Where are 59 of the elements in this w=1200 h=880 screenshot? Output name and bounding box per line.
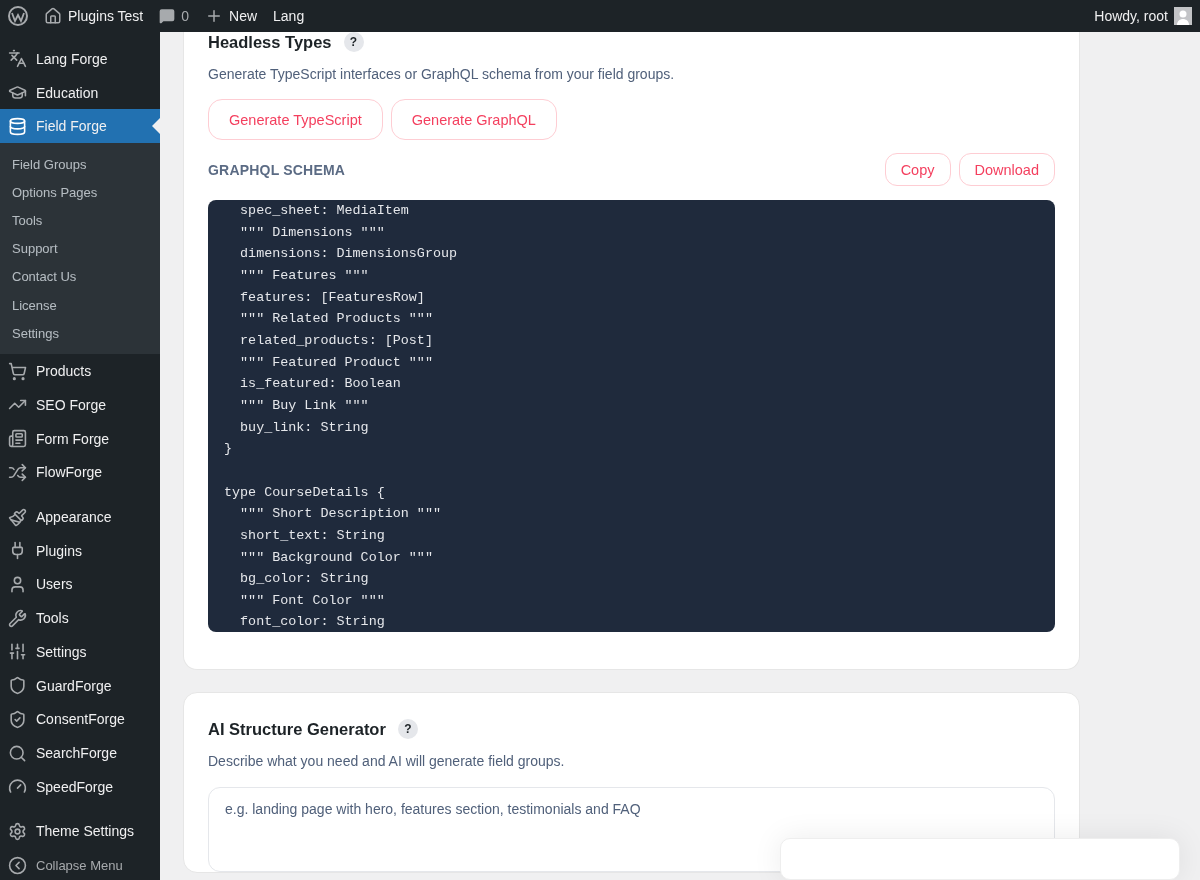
submenu-item[interactable]: Support (0, 234, 160, 263)
section-title: Headless Types (208, 32, 332, 52)
comment-icon (159, 8, 176, 24)
new-link[interactable]: New (229, 8, 258, 24)
section-description: Generate TypeScript interfaces or GraphQL schema from your field groups. (208, 66, 676, 82)
section-description: Describe what you need and AI will generate field groups. (208, 753, 566, 769)
brush-icon (8, 507, 27, 527)
section-title: AI Structure Generator (208, 719, 386, 739)
lang-link[interactable]: Lang (273, 8, 305, 24)
menu-item[interactable]: Appearance (0, 500, 160, 534)
schema-label: GRAPHQL SCHEMA (208, 161, 346, 178)
submenu-item[interactable]: Options Pages (0, 178, 160, 207)
settings-icon (8, 821, 27, 841)
database-icon (8, 116, 27, 136)
help-badge[interactable]: ? (397, 719, 418, 739)
comment-count[interactable]: 0 (181, 8, 190, 24)
action-button[interactable]: Copy (884, 153, 951, 186)
submenu-item[interactable]: Field Groups (0, 150, 160, 179)
collapse-icon (8, 855, 27, 875)
generate-button[interactable]: Generate GraphQL (390, 99, 557, 140)
submenu-item[interactable]: License (0, 291, 160, 320)
submenu-item[interactable]: Tools (0, 206, 160, 235)
menu-item[interactable]: ConsentForge (0, 702, 160, 737)
translate-icon (8, 49, 27, 69)
menu-item[interactable]: Lang Forge (0, 42, 160, 76)
menu-item[interactable]: FlowForge (0, 455, 160, 490)
generate-button[interactable]: Generate TypeScript (208, 99, 383, 140)
collapse-menu-button[interactable]: Collapse Menu (0, 850, 160, 880)
menu-item[interactable]: Settings (0, 635, 160, 669)
logo-icon[interactable] (8, 6, 28, 26)
cart-icon (8, 361, 27, 381)
menu-item[interactable]: GuardForge (0, 668, 160, 703)
menu-item[interactable]: Form Forge (0, 421, 160, 456)
action-button[interactable]: Download (958, 153, 1055, 186)
menu-item[interactable]: SearchForge (0, 736, 160, 770)
form-icon (8, 429, 27, 449)
shield-icon (8, 709, 27, 729)
menu-item[interactable]: Products (0, 354, 160, 389)
user-icon (8, 575, 27, 594)
menu-item[interactable]: Tools (0, 601, 160, 636)
wrench-icon (8, 608, 27, 628)
submenu-item[interactable]: Settings (0, 319, 160, 348)
home-icon (44, 7, 62, 25)
shuffle-icon (8, 462, 27, 482)
submenu-item[interactable]: Contact Us (0, 262, 160, 292)
menu-item[interactable]: Users (0, 567, 160, 602)
greeting-link[interactable]: Howdy, root (1094, 8, 1168, 24)
menu-item[interactable]: Field Forge (0, 109, 160, 144)
site-link[interactable]: Plugins Test (68, 8, 144, 24)
shield-icon (8, 676, 27, 696)
code-block: spec_sheet: MediaItem """ Dimensions """ dimensions: DimensionsGroup """ Features """ features: [FeaturesRow] """ Related Products """ related_products: [Post] """ Featured Product """ is_featured: Boolean """ Buy Link """ buy_link: String } type CourseDetails { """ Short Description """ short_text: String """ Background Color """ bg_color: String """ Font Color """ font_color: String (208, 200, 1055, 632)
sliders-icon (8, 642, 27, 662)
menu-item[interactable]: Theme Settings (0, 814, 160, 849)
menu-item[interactable]: SpeedForge (0, 769, 160, 804)
menu-item[interactable]: Education (0, 75, 160, 110)
menu-item[interactable]: SEO Forge (0, 388, 160, 422)
search-icon (8, 743, 27, 763)
help-badge[interactable]: ? (343, 32, 364, 52)
menu-item[interactable]: Plugins (0, 533, 160, 568)
